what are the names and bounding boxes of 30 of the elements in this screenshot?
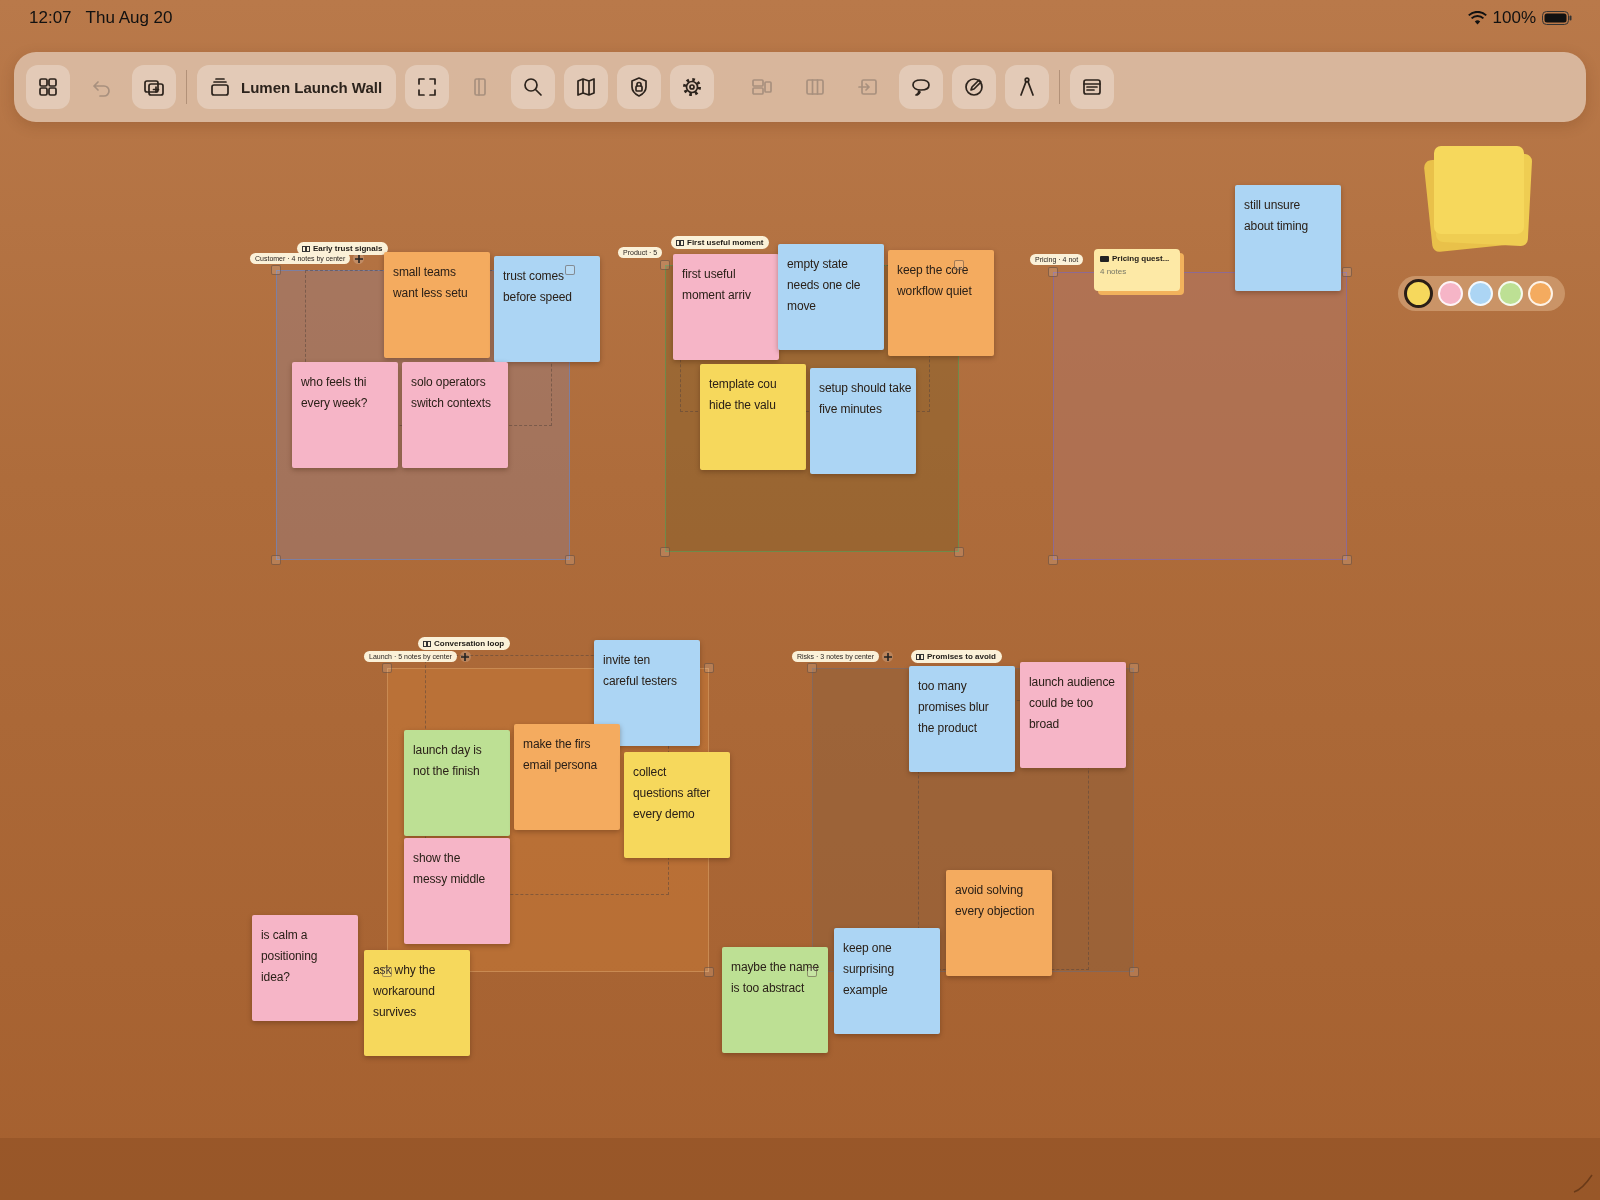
sticky-note[interactable]: collect questions after every demo: [624, 752, 730, 858]
sticky-note[interactable]: avoid solving every objection: [946, 870, 1052, 976]
sticky-note[interactable]: launch audience could be too broad: [1020, 662, 1126, 768]
sticky-note[interactable]: setup should take five minutes: [810, 368, 916, 474]
sticky-note[interactable]: template cou hide the valu: [700, 364, 806, 470]
board-title-button[interactable]: Lumen Launch Wall: [197, 65, 397, 109]
date: Thu Aug 20: [85, 8, 173, 28]
sticky-note[interactable]: who feels thi every week?: [292, 362, 398, 468]
sticky-note[interactable]: launch day is not the finish: [404, 730, 510, 836]
sticky-note[interactable]: make the firs email persona: [514, 724, 620, 830]
group-label[interactable]: Early trust signals: [297, 242, 389, 255]
sticky-note[interactable]: keep the core workflow quiet: [888, 250, 994, 356]
sticky-note[interactable]: maybe the name is too abstract: [722, 947, 828, 1053]
sticky-note[interactable]: empty state needs one cle move: [778, 244, 884, 350]
sticky-note[interactable]: small teams want less setu: [384, 252, 490, 358]
clock: 12:07: [29, 8, 72, 28]
sticky-note[interactable]: trust comes before speed: [494, 256, 600, 362]
sticky-note[interactable]: is calm a positioning idea?: [252, 915, 358, 1021]
group-label[interactable]: Conversation loop: [418, 637, 511, 650]
battery-percentage: 100%: [1492, 8, 1536, 28]
sticky-note[interactable]: too many promises blur the product: [909, 666, 1015, 772]
sticky-note[interactable]: solo operators switch contexts: [402, 362, 508, 468]
sticky-note[interactable]: first useful moment arriv: [673, 254, 779, 360]
sticky-note[interactable]: keep one surprising example: [834, 928, 940, 1034]
sticky-note[interactable]: invite ten careful testers: [594, 640, 700, 746]
group-label[interactable]: Promises to avoid: [911, 650, 1002, 663]
group-label[interactable]: First useful moment: [671, 236, 770, 249]
sticky-note[interactable]: show the messy middle: [404, 838, 510, 944]
sticky-note[interactable]: ask why the workaround survives: [364, 950, 470, 1056]
sticky-note[interactable]: still unsure about timing: [1235, 185, 1341, 291]
